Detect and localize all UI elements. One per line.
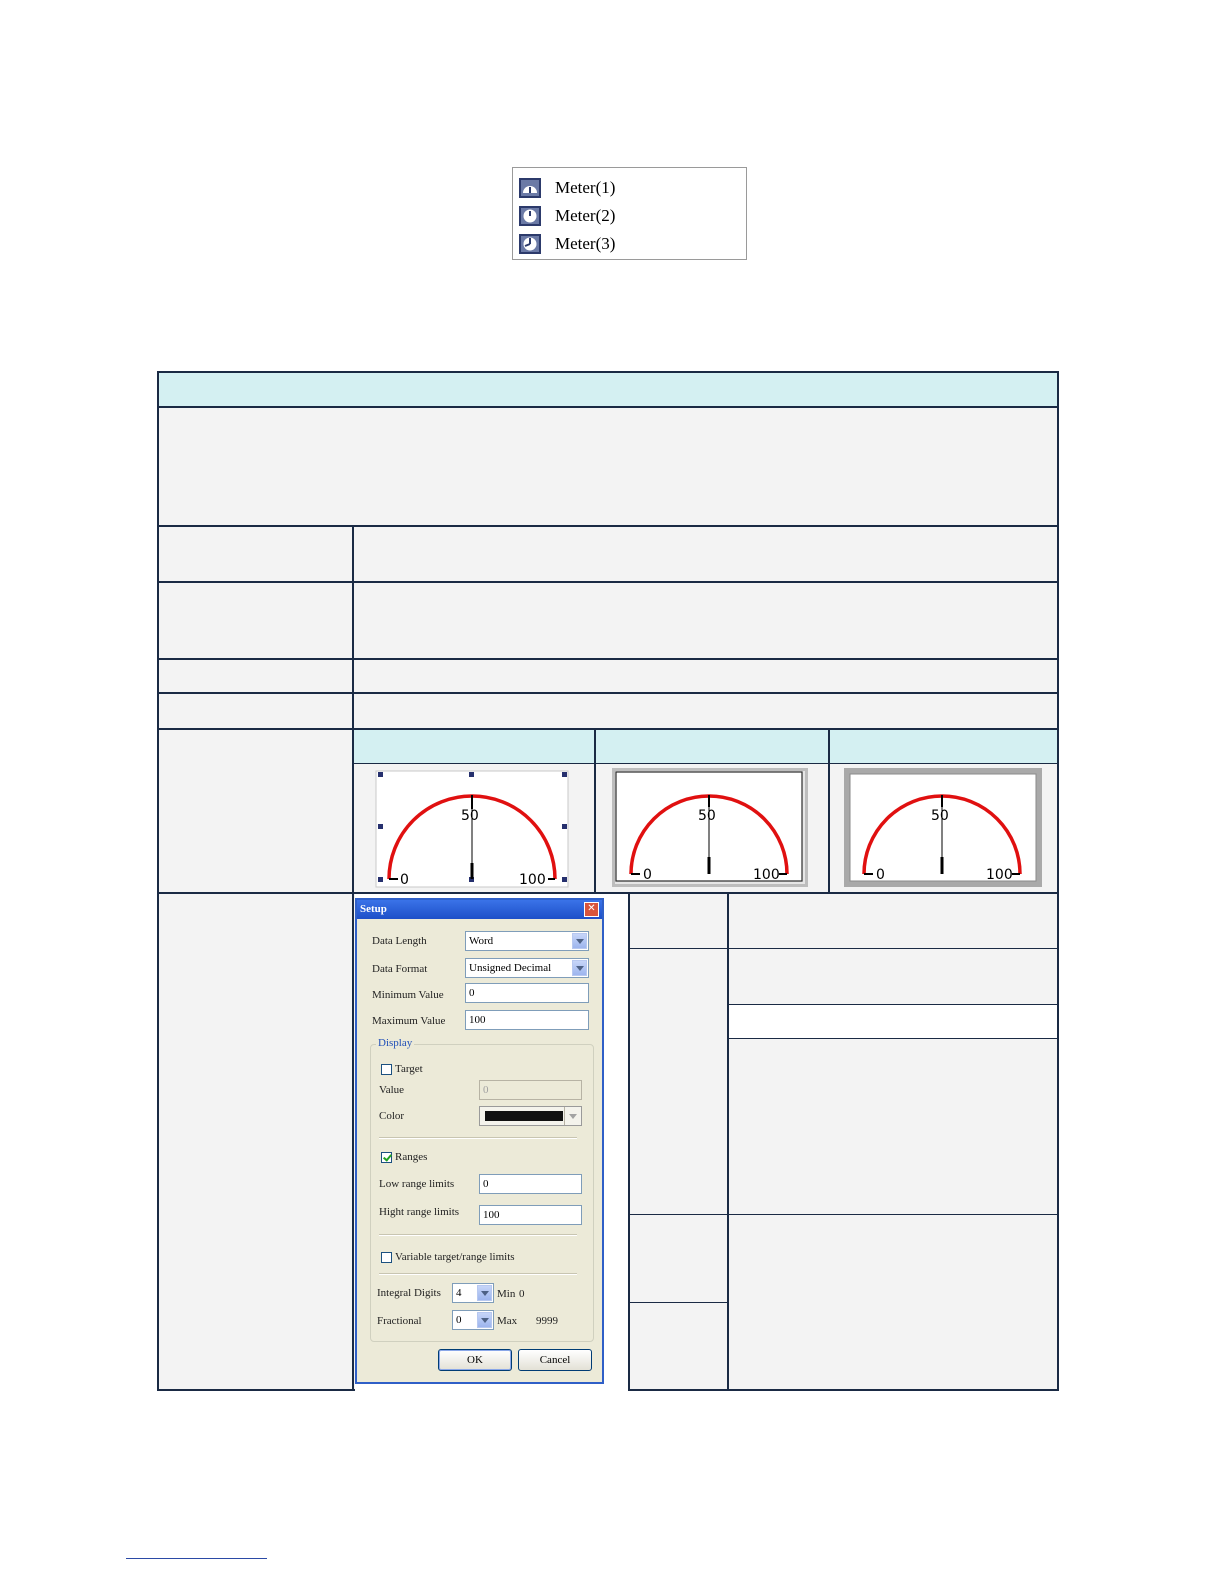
low-range-input[interactable]: 0 bbox=[479, 1174, 582, 1194]
ranges-checkbox[interactable] bbox=[381, 1152, 392, 1163]
row-divider bbox=[159, 406, 1057, 408]
data-length-select[interactable]: Word bbox=[465, 931, 589, 951]
row-divider bbox=[159, 658, 1057, 660]
menu-item-meter3[interactable]: Meter(3) bbox=[519, 231, 615, 257]
row-divider bbox=[159, 581, 1057, 583]
minimum-value-input[interactable]: 0 bbox=[465, 983, 589, 1003]
variable-limits-checkbox[interactable] bbox=[381, 1252, 392, 1263]
menu-item-label: Meter(1) bbox=[555, 178, 616, 197]
high-range-input[interactable]: 100 bbox=[479, 1205, 582, 1225]
half-meter-icon bbox=[519, 178, 541, 198]
chevron-down-icon[interactable] bbox=[564, 1107, 581, 1125]
data-format-value: Unsigned Decimal bbox=[469, 962, 552, 974]
column-divider bbox=[727, 894, 729, 1391]
scale-min: 0 bbox=[400, 872, 409, 888]
fractional-label: Fractional bbox=[377, 1315, 422, 1327]
scale-max: 100 bbox=[753, 867, 780, 883]
chevron-down-icon[interactable] bbox=[477, 1312, 492, 1328]
row-divider bbox=[159, 525, 1057, 527]
integral-digits-label: Integral Digits bbox=[377, 1287, 441, 1299]
row-divider bbox=[629, 1214, 1057, 1215]
separator bbox=[379, 1137, 577, 1139]
data-length-value: Word bbox=[469, 935, 494, 947]
meter-preview-3: 0 50 100 bbox=[844, 768, 1042, 887]
setup-dialog: Setup ✕ Data Length Word Data Format Uns… bbox=[355, 898, 604, 1384]
white-cell bbox=[729, 1005, 1057, 1038]
high-range-label: Hight range limits bbox=[379, 1206, 460, 1218]
scale-max: 100 bbox=[986, 867, 1013, 883]
menu-item-meter1[interactable]: Meter(1) bbox=[519, 175, 615, 201]
cancel-button[interactable]: Cancel bbox=[518, 1349, 592, 1371]
color-picker[interactable] bbox=[479, 1106, 582, 1126]
clock-meter-icon bbox=[519, 206, 541, 226]
target-checkbox[interactable] bbox=[381, 1064, 392, 1075]
row-divider bbox=[629, 1302, 728, 1303]
full-meter-icon bbox=[519, 234, 541, 254]
ranges-label: Ranges bbox=[395, 1151, 428, 1163]
low-range-label: Low range limits bbox=[379, 1178, 455, 1190]
maximum-value-input[interactable]: 100 bbox=[465, 1010, 589, 1030]
chevron-down-icon[interactable] bbox=[572, 960, 587, 976]
max-hint-label: Max bbox=[497, 1315, 518, 1327]
min-hint-value: 0 bbox=[519, 1288, 525, 1300]
column-divider bbox=[352, 527, 354, 1391]
fractional-select[interactable]: 0 bbox=[452, 1310, 494, 1330]
dialog-title: Setup bbox=[360, 903, 387, 915]
integral-digits-select[interactable]: 4 bbox=[452, 1283, 494, 1303]
color-label: Color bbox=[379, 1110, 405, 1122]
column-divider bbox=[628, 894, 630, 1391]
preview-header bbox=[354, 730, 1057, 763]
separator bbox=[379, 1234, 577, 1236]
chevron-down-icon[interactable] bbox=[477, 1285, 492, 1301]
menu-item-label: Meter(2) bbox=[555, 206, 616, 225]
close-icon[interactable]: ✕ bbox=[584, 902, 599, 917]
scale-mid: 50 bbox=[931, 808, 949, 824]
variable-limits-label: Variable target/range limits bbox=[395, 1251, 515, 1263]
target-value-label: Value bbox=[379, 1084, 405, 1096]
footer-rule bbox=[126, 1558, 267, 1559]
data-format-label: Data Format bbox=[372, 963, 428, 975]
min-hint-label: Min bbox=[497, 1288, 516, 1300]
data-length-label: Data Length bbox=[372, 935, 427, 947]
scale-min: 0 bbox=[876, 867, 885, 883]
column-divider bbox=[828, 730, 830, 892]
row-divider bbox=[629, 948, 1057, 949]
scale-mid: 50 bbox=[698, 808, 716, 824]
chevron-down-icon[interactable] bbox=[572, 933, 587, 949]
scale-max: 100 bbox=[519, 872, 546, 888]
separator bbox=[379, 1273, 577, 1275]
meter-menu: Meter(1) Meter(2) Meter(3) bbox=[512, 167, 747, 260]
table-header bbox=[159, 373, 1057, 406]
fractional-value: 0 bbox=[456, 1314, 462, 1326]
maximum-value-label: Maximum Value bbox=[372, 1015, 446, 1027]
row-divider bbox=[159, 692, 1057, 694]
display-group-title: Display bbox=[376, 1037, 415, 1049]
dialog-titlebar[interactable]: Setup ✕ bbox=[357, 900, 602, 919]
target-label: Target bbox=[395, 1063, 423, 1075]
row-divider bbox=[354, 763, 1057, 764]
target-value-input[interactable]: 0 bbox=[479, 1080, 582, 1100]
column-divider bbox=[594, 730, 596, 892]
ok-button[interactable]: OK bbox=[438, 1349, 512, 1371]
integral-digits-value: 4 bbox=[456, 1287, 462, 1299]
data-format-select[interactable]: Unsigned Decimal bbox=[465, 958, 589, 978]
meter-preview-1: 0 50 100 bbox=[375, 770, 569, 888]
menu-item-label: Meter(3) bbox=[555, 234, 616, 253]
row-divider bbox=[729, 1038, 1057, 1039]
menu-item-meter2[interactable]: Meter(2) bbox=[519, 203, 615, 229]
color-swatch bbox=[485, 1111, 563, 1121]
max-hint-value: 9999 bbox=[536, 1315, 558, 1327]
scale-min: 0 bbox=[643, 867, 652, 883]
meter-preview-2: 0 50 100 bbox=[612, 768, 808, 887]
scale-mid: 50 bbox=[461, 808, 479, 824]
minimum-value-label: Minimum Value bbox=[372, 989, 444, 1001]
